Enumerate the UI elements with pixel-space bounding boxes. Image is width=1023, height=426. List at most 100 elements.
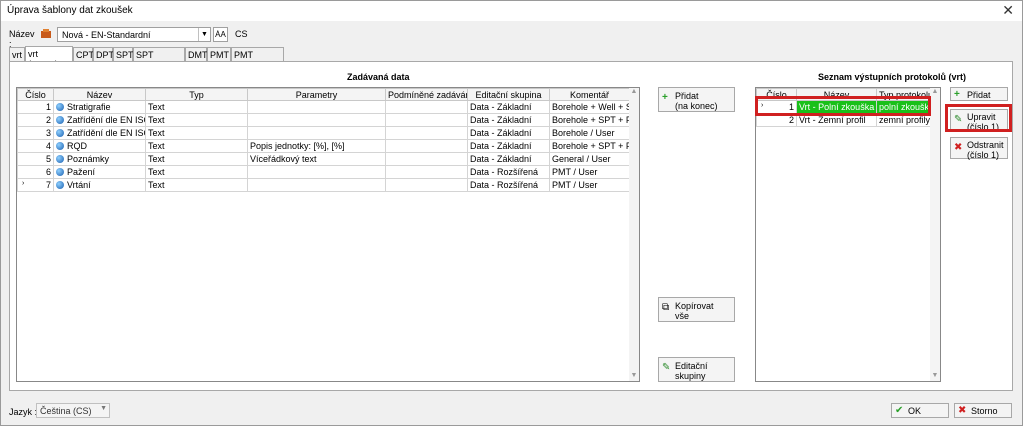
remove-protocol-label: Odstranit (číslo 1) [967, 140, 1004, 160]
scroll-up-icon[interactable]: ▲ [930, 88, 940, 95]
chevron-down-icon[interactable]: ▼ [100, 405, 107, 412]
template-icon [41, 29, 51, 38]
chevron-down-icon[interactable]: ▼ [198, 28, 210, 41]
row-params[interactable] [247, 178, 386, 192]
ok-button[interactable]: ✔ OK [891, 403, 949, 418]
row-number-cell: › 7 [17, 178, 54, 192]
tab-cpt[interactable]: CPT [73, 47, 94, 62]
row-type[interactable]: Text [145, 113, 248, 127]
tab-vrt[interactable]: vrt [9, 47, 25, 62]
row-params[interactable] [247, 126, 386, 140]
row-comment[interactable]: PMT / User [549, 178, 630, 192]
table-row[interactable]: › 7 Vrtání Text Data - Rozšířená PMT / Us… [17, 178, 630, 192]
protocols-grid[interactable]: Číslo Název Typ protokolu › 1 Vrt - Polní… [755, 87, 941, 382]
row-cond[interactable] [385, 113, 468, 127]
row-type[interactable]: Text [145, 165, 248, 179]
window-title: Úprava šablony dat zkoušek [7, 5, 133, 16]
row-type[interactable]: Text [145, 152, 248, 166]
row-comment[interactable]: Borehole + Well + SPT [549, 100, 630, 114]
row-group[interactable]: Data - Rozšířená [467, 178, 550, 192]
scroll-down-icon[interactable]: ▼ [930, 372, 940, 379]
name-select-value: Nová - EN-Standardní [62, 30, 151, 40]
protocols-scrollbar[interactable]: ▲ ▼ [930, 88, 940, 381]
row-type[interactable]: Text [145, 100, 248, 114]
row-comment[interactable]: Borehole / User [549, 126, 630, 140]
row-cond[interactable] [385, 139, 468, 153]
row-params[interactable] [247, 113, 386, 127]
row-comment[interactable]: Borehole + SPT + PMT [549, 113, 630, 127]
row-params[interactable]: Víceřádkový text [247, 152, 386, 166]
tab-dmt[interactable]: DMT [185, 47, 208, 62]
table-row[interactable]: 6 Pažení Text Data - Rozšířená PMT / Use… [17, 165, 630, 179]
row-comment[interactable]: General / User [549, 152, 630, 166]
row-name-cell[interactable]: Pažení [53, 165, 146, 179]
add-protocol-button[interactable]: + Přidat [950, 87, 1008, 101]
table-row[interactable]: 5 Poznámky Text Víceřádkový text Data - … [17, 152, 630, 166]
row-cond[interactable] [385, 126, 468, 140]
remove-protocol-button[interactable]: ✖ Odstranit (číslo 1) [950, 137, 1008, 160]
cancel-icon: ✖ [958, 405, 967, 416]
highlight-box [945, 104, 1012, 132]
row-name-cell[interactable]: Stratigrafie [53, 100, 146, 114]
row-group[interactable]: Data - Základní [467, 113, 550, 127]
edit-groups-button[interactable]: ✎ Editační skupiny [658, 357, 735, 382]
col-header[interactable]: Podmíněné zadávání [385, 88, 468, 101]
col-header[interactable]: Editační skupina [467, 88, 550, 101]
row-cond[interactable] [385, 100, 468, 114]
tab-dpt[interactable]: DPT [93, 47, 114, 62]
row-name-cell[interactable]: Zatřídění dle EN ISO 14 [53, 113, 146, 127]
row-type[interactable]: Text [145, 126, 248, 140]
scroll-down-icon[interactable]: ▼ [629, 372, 639, 379]
row-number: 6 [17, 165, 54, 179]
row-name-cell[interactable]: Zatřídění dle EN ISO 14 [53, 126, 146, 140]
row-group[interactable]: Data - Rozšířená [467, 165, 550, 179]
row-params[interactable] [247, 165, 386, 179]
row-type[interactable]: Text [145, 178, 248, 192]
pencil-icon: ✎ [662, 362, 671, 373]
check-icon: ✔ [895, 405, 904, 416]
input-data-scrollbar[interactable]: ▲ ▼ [629, 88, 639, 381]
add-row-button[interactable]: + Přidat (na konec) [658, 87, 735, 112]
name-select[interactable]: Nová - EN-Standardní ▼ [57, 27, 211, 42]
row-cond[interactable] [385, 165, 468, 179]
row-name-cell[interactable]: Vrtání [53, 178, 146, 192]
row-number: 7 [45, 180, 51, 190]
row-name-cell[interactable]: Poznámky [53, 152, 146, 166]
scroll-up-icon[interactable]: ▲ [629, 88, 639, 95]
row-params[interactable] [247, 100, 386, 114]
row-comment[interactable]: Borehole + SPT + PMT [549, 139, 630, 153]
language-select[interactable]: Čeština (CS) ▼ [36, 403, 110, 418]
row-number: 5 [17, 152, 54, 166]
input-data-grid[interactable]: Číslo Název Typ Parametry Podmíněné zadá… [16, 87, 640, 382]
copy-all-label: Kopírovat vše [675, 301, 714, 321]
row-type[interactable]: Text [145, 139, 248, 153]
row-cond[interactable] [385, 152, 468, 166]
row-group[interactable]: Data - Základní [467, 139, 550, 153]
row-name-cell[interactable]: RQD [53, 139, 146, 153]
cancel-button[interactable]: ✖ Storno [954, 403, 1012, 418]
table-row[interactable]: 4 RQD Text Popis jednotky: [%], [%] Data… [17, 139, 630, 153]
table-row[interactable]: 1 Stratigrafie Text Data - Základní Bore… [17, 100, 630, 114]
row-params[interactable]: Popis jednotky: [%], [%] [247, 139, 386, 153]
row-group[interactable]: Data - Základní [467, 126, 550, 140]
translate-icon[interactable]: ȦA [213, 27, 228, 42]
tab-pmt-vrstva[interactable]: PMT (vrstva) [231, 47, 284, 70]
row-group[interactable]: Data - Základní [467, 100, 550, 114]
col-header[interactable]: Komentář [549, 88, 630, 101]
copy-all-button[interactable]: ⧉ Kopírovat vše [658, 297, 735, 322]
row-comment[interactable]: PMT / User [549, 165, 630, 179]
tab-spt-vrstva[interactable]: SPT (vrstva) [133, 47, 185, 70]
row-cond[interactable] [385, 178, 468, 192]
globe-icon [56, 103, 64, 111]
row-group[interactable]: Data - Základní [467, 152, 550, 166]
table-row[interactable]: 3 Zatřídění dle EN ISO 14 Text Data - Zá… [17, 126, 630, 140]
col-header[interactable]: Číslo [17, 88, 54, 101]
col-header[interactable]: Název [53, 88, 146, 101]
close-icon[interactable]: ✕ [1002, 2, 1014, 19]
col-header[interactable]: Parametry [247, 88, 386, 101]
tab-spt[interactable]: SPT [113, 47, 134, 62]
tab-pmt[interactable]: PMT [207, 47, 231, 62]
table-row[interactable]: 2 Zatřídění dle EN ISO 14 Text Data - Zá… [17, 113, 630, 127]
col-header[interactable]: Typ [145, 88, 248, 101]
dialog-window: Úprava šablony dat zkoušek ✕ Název : Nov… [0, 0, 1023, 426]
